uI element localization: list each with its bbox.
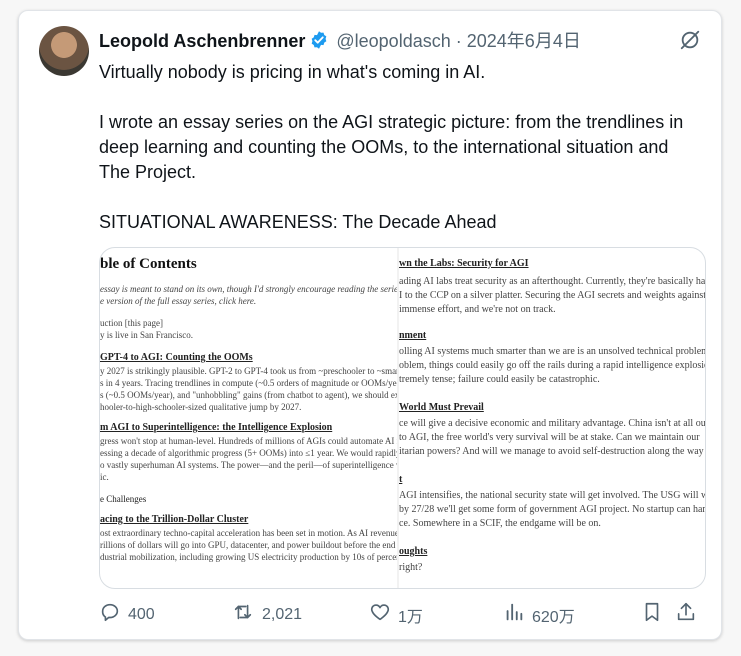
doc-line: tremely tense; failure could easily be c… — [399, 374, 600, 385]
views-button[interactable]: 620万 — [503, 601, 575, 628]
avatar[interactable] — [39, 26, 89, 76]
doc-heading: t — [399, 474, 403, 485]
like-count: 1万 — [398, 608, 423, 626]
repost-icon — [231, 601, 262, 628]
doc-line: by 27/28 we'll get some form of governme… — [399, 504, 705, 515]
tweet-date[interactable]: 2024年6月4日 — [467, 31, 581, 51]
verified-icon — [309, 30, 329, 56]
doc-heading: wn the Labs: Security for AGI — [399, 258, 529, 269]
doc-line: olling AI systems much smarter than we a… — [399, 346, 705, 357]
doc-line: to AGI, the free world's very survival w… — [399, 432, 700, 443]
doc-line: AGI intensifies, the national security s… — [399, 490, 705, 501]
doc-line: o vastly superhuman AI systems. The powe… — [100, 460, 397, 470]
doc-line: gress won't stop at human-level. Hundred… — [100, 436, 397, 446]
doc-line: essing a decade of algorithmic progress … — [100, 448, 397, 458]
separator: · — [455, 31, 462, 51]
tweet-paragraph: I wrote an essay series on the AGI strat… — [99, 112, 684, 182]
doc-line: ce. Somewhere in a SCIF, the endgame wil… — [399, 518, 601, 529]
doc-line: ic. — [100, 472, 109, 482]
doc-right-column: wn the Labs: Security for AGI ading AI l… — [399, 248, 705, 588]
mute-icon[interactable] — [679, 29, 701, 56]
repost-count: 2,021 — [262, 605, 303, 623]
doc-line: right? — [399, 562, 423, 573]
doc-line: uction [this page] — [100, 318, 163, 328]
doc-heading: acing to the Trillion-Dollar Cluster — [100, 514, 249, 525]
reply-button[interactable]: 400 — [99, 601, 155, 628]
reply-count: 400 — [128, 605, 155, 623]
repost-button[interactable]: 2,021 — [231, 601, 302, 628]
share-icon[interactable] — [675, 601, 704, 623]
doc-heading: World Must Prevail — [399, 402, 484, 413]
doc-line: ost extraordinary techno-capital acceler… — [100, 528, 397, 538]
doc-line: itarian powers? And will we manage to av… — [399, 446, 704, 457]
bookmark-icon[interactable] — [641, 601, 670, 623]
doc-line: rillions of dollars will go into GPU, da… — [100, 540, 397, 550]
doc-line: oblem, things could easily go off the ra… — [399, 360, 705, 371]
like-button[interactable]: 1万 — [369, 601, 423, 628]
doc-line: dustrial mobilization, including growing… — [100, 552, 397, 562]
doc-heading: m AGI to Superintelligence: the Intellig… — [100, 422, 333, 433]
doc-line: ce will give a decisive economic and mil… — [399, 418, 705, 429]
doc-heading: oughts — [399, 546, 428, 557]
doc-line: immense effort, and we're not on track. — [399, 304, 556, 315]
doc-heading: GPT-4 to AGI: Counting the OOMs — [100, 352, 253, 363]
views-count: 620万 — [532, 608, 575, 626]
views-icon — [503, 601, 532, 628]
doc-line: s (~0.5 OOMs/year), and "unhobbling" gai… — [100, 390, 397, 400]
doc-line: ading AI labs treat security as an after… — [399, 276, 705, 287]
tweet-paragraph: SITUATIONAL AWARENESS: The Decade Ahead — [99, 212, 497, 232]
reply-icon — [99, 601, 128, 628]
attached-image[interactable]: ble of Contents essay is meant to stand … — [99, 247, 706, 589]
tweet-paragraph: Virtually nobody is pricing in what's co… — [99, 62, 486, 82]
tweet-card: Leopold Aschenbrenner @leopoldasch · 202… — [18, 10, 722, 640]
doc-left-column: ble of Contents essay is meant to stand … — [100, 248, 397, 588]
like-icon — [369, 601, 398, 628]
doc-heading: nment — [399, 330, 427, 341]
author-handle[interactable]: @leopoldasch — [336, 31, 450, 51]
doc-line: e version of the full essay series, clic… — [100, 296, 257, 306]
doc-line: essay is meant to stand on its own, thou… — [100, 284, 397, 294]
doc-line: y 2027 is strikingly plausible. GPT-2 to… — [100, 366, 397, 376]
tweet-text: Virtually nobody is pricing in what's co… — [99, 60, 689, 235]
doc-line: ble of Contents — [100, 256, 197, 272]
doc-line: hooler-to-high-schooler-sized qualitativ… — [100, 402, 302, 412]
doc-heading: e Challenges — [100, 494, 147, 504]
doc-line: s in 4 years. Tracing trendlines in comp… — [100, 378, 397, 388]
doc-line: y is live in San Francisco. — [100, 330, 193, 340]
action-bar: 400 2,021 1万 620万 — [99, 601, 699, 631]
doc-line: I to the CCP on a silver platter. Securi… — [399, 290, 705, 301]
tweet-header: Leopold Aschenbrenner @leopoldasch · 202… — [99, 29, 581, 56]
author-name[interactable]: Leopold Aschenbrenner — [99, 31, 305, 51]
